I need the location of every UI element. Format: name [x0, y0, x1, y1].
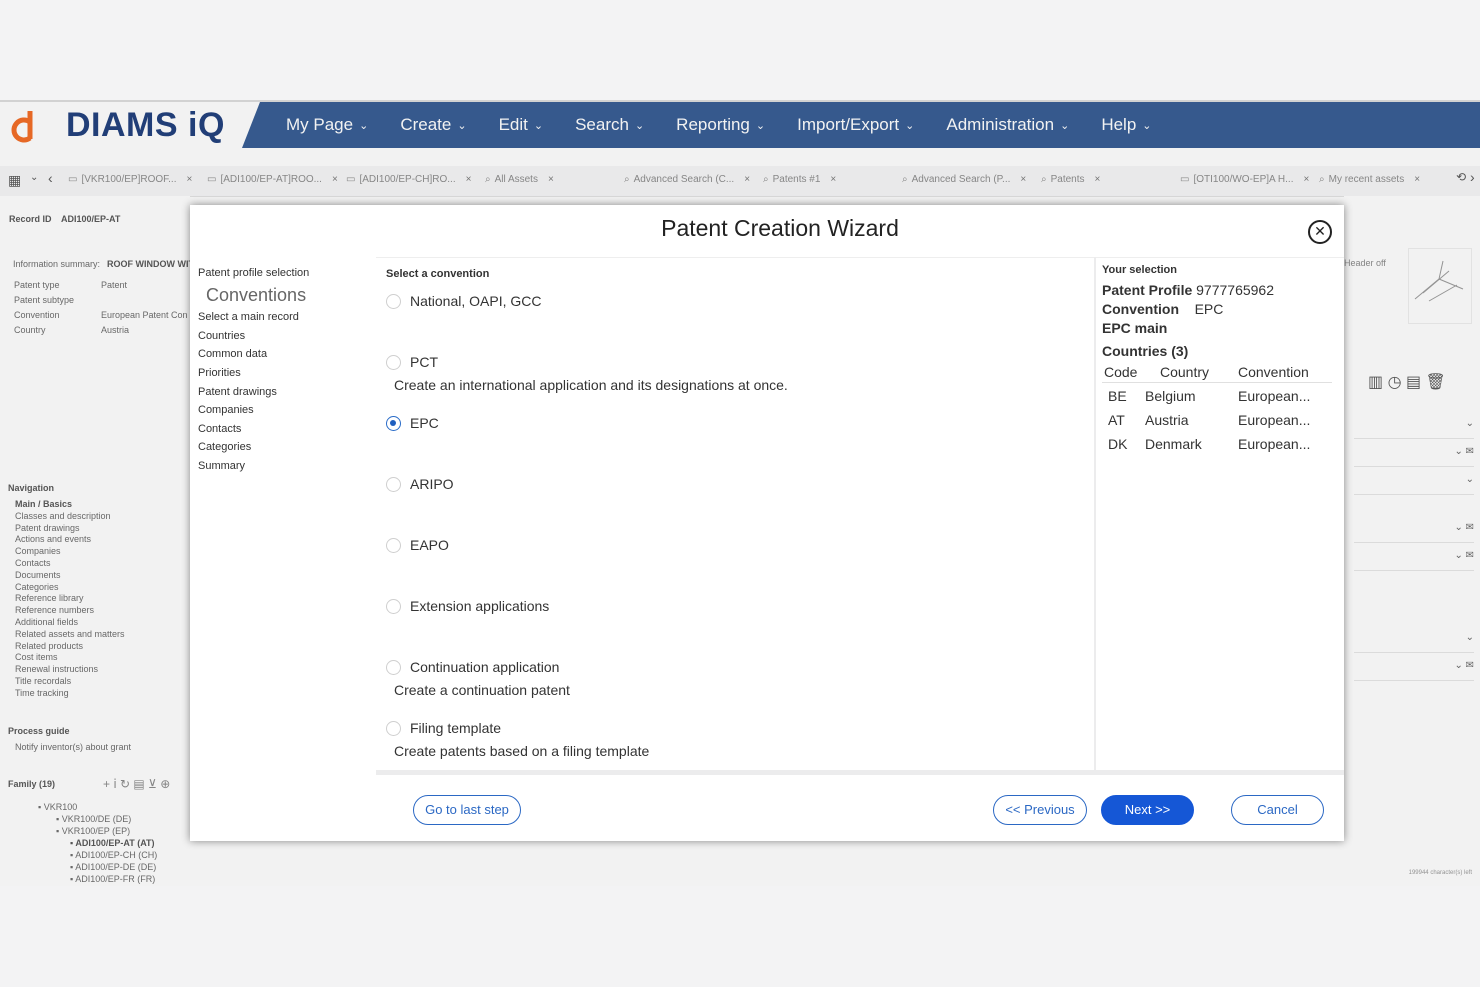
- table-row: DK Denmark European...: [1102, 436, 1338, 456]
- option-description: Create an international application and …: [394, 377, 788, 393]
- option-label[interactable]: National, OAPI, GCC: [410, 293, 542, 309]
- radio-filing-template[interactable]: [386, 721, 401, 736]
- option-label[interactable]: Filing template: [410, 720, 501, 736]
- next-button[interactable]: Next >>: [1101, 795, 1194, 825]
- your-selection-panel: Your selection Patent Profile 9777765962…: [1096, 257, 1344, 770]
- country-convention: European...: [1238, 436, 1311, 452]
- app-window: DIAMS iQ My Page ⌄ Create ⌄ Edit ⌄ Search ⌄ Repo…: [0, 100, 1480, 886]
- wizard-footer: Go to last step << Previous Next >> Canc…: [376, 775, 1344, 841]
- option-label[interactable]: PCT: [410, 354, 438, 370]
- cancel-button[interactable]: Cancel: [1231, 795, 1324, 825]
- option-label[interactable]: EAPO: [410, 537, 449, 553]
- country-code: BE: [1108, 388, 1127, 404]
- option-label[interactable]: Continuation application: [410, 659, 559, 675]
- wizard-step-companies[interactable]: Companies: [198, 404, 254, 416]
- wizard-step-patent-drawings[interactable]: Patent drawings: [198, 386, 277, 398]
- radio-national-oapi-gcc[interactable]: [386, 294, 401, 309]
- country-name: Belgium: [1145, 388, 1196, 404]
- country-code: AT: [1108, 412, 1125, 428]
- column-header[interactable]: Country: [1160, 364, 1209, 380]
- selection-heading: Your selection: [1102, 264, 1177, 276]
- option-description: Create patents based on a filing templat…: [394, 743, 650, 759]
- table-header: Code Country Convention: [1102, 364, 1332, 383]
- wizard-step-patent-profile-selection[interactable]: Patent profile selection: [198, 267, 309, 279]
- column-header[interactable]: Convention: [1238, 364, 1309, 380]
- convention-options: Select a convention National, OAPI, GCC P…: [376, 257, 1094, 770]
- country-name: Austria: [1145, 412, 1189, 428]
- countries-count: Countries (3): [1102, 343, 1189, 359]
- previous-button[interactable]: << Previous: [993, 795, 1087, 825]
- wizard-step-contacts[interactable]: Contacts: [198, 423, 241, 435]
- wizard-title: Patent Creation Wizard: [661, 215, 899, 241]
- wizard-steps: Patent profile selection Conventions Selec…: [190, 257, 376, 841]
- patent-creation-wizard: Patent Creation Wizard ✕ Patent profile …: [190, 205, 1344, 841]
- go-to-last-step-button[interactable]: Go to last step: [413, 795, 521, 825]
- column-header[interactable]: Code: [1104, 364, 1137, 380]
- epc-main-row: EPC main: [1102, 320, 1168, 336]
- country-code: DK: [1108, 436, 1128, 452]
- option-label[interactable]: EPC: [410, 415, 439, 431]
- radio-eapo[interactable]: [386, 538, 401, 553]
- convention-row: Convention EPC: [1102, 301, 1224, 317]
- wizard-step-common-data[interactable]: Common data: [198, 348, 267, 360]
- patent-profile-row: Patent Profile 9777765962: [1102, 282, 1275, 298]
- table-row: AT Austria European...: [1102, 412, 1338, 432]
- radio-aripo[interactable]: [386, 477, 401, 492]
- country-convention: European...: [1238, 412, 1311, 428]
- option-label[interactable]: Extension applications: [410, 598, 549, 614]
- radio-pct[interactable]: [386, 355, 401, 370]
- table-row: BE Belgium European...: [1102, 388, 1338, 408]
- wizard-step-countries[interactable]: Countries: [198, 330, 245, 342]
- wizard-step-priorities[interactable]: Priorities: [198, 367, 241, 379]
- radio-epc[interactable]: [386, 416, 401, 431]
- wizard-step-conventions[interactable]: Conventions: [206, 285, 306, 306]
- wizard-step-summary[interactable]: Summary: [198, 460, 245, 472]
- country-convention: European...: [1238, 388, 1311, 404]
- option-description: Create a continuation patent: [394, 682, 570, 698]
- close-icon[interactable]: ✕: [1308, 220, 1332, 244]
- wizard-step-categories[interactable]: Categories: [198, 441, 251, 453]
- country-name: Denmark: [1145, 436, 1202, 452]
- options-heading: Select a convention: [386, 268, 490, 280]
- radio-continuation-application[interactable]: [386, 660, 401, 675]
- option-label[interactable]: ARIPO: [410, 476, 454, 492]
- wizard-step-select-a-main-record[interactable]: Select a main record: [198, 311, 299, 323]
- radio-extension-applications[interactable]: [386, 599, 401, 614]
